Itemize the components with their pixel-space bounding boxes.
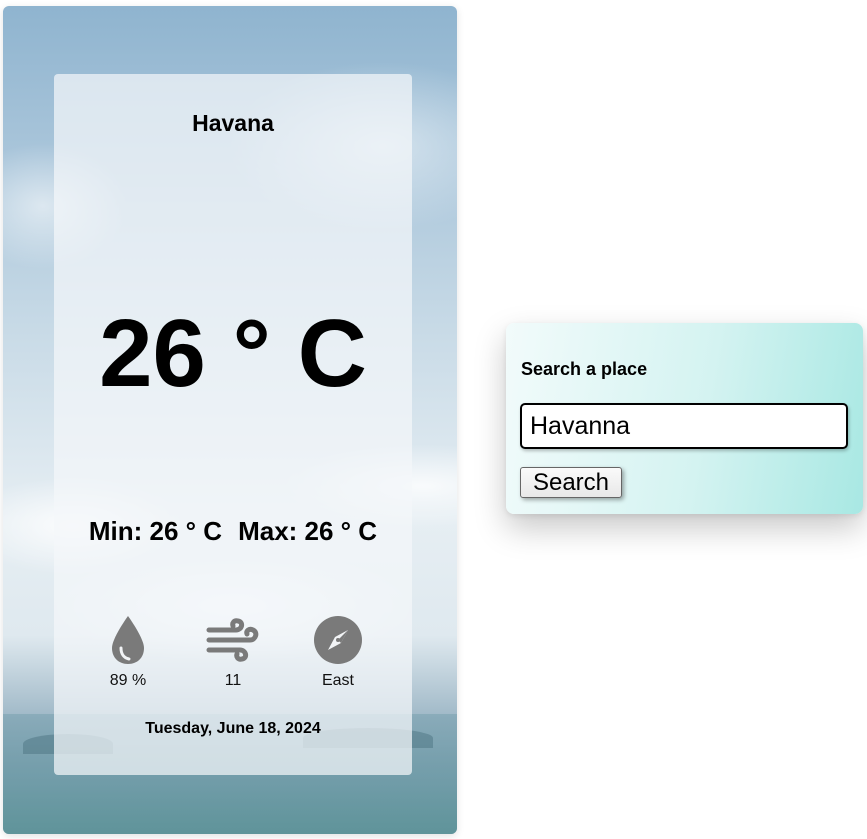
direction-stat: East	[293, 614, 383, 690]
search-input[interactable]	[520, 403, 848, 449]
search-title: Search a place	[521, 359, 648, 379]
direction-value: East	[321, 672, 354, 689]
search-panel: Search a place Search	[506, 323, 863, 514]
current-temperature: 26 ° C	[99, 300, 367, 407]
humidity-stat: 89 %	[83, 614, 173, 690]
search-button[interactable]: Search	[520, 467, 622, 498]
current-date: Tuesday, June 18, 2024	[145, 720, 321, 737]
city-name: Havana	[192, 110, 274, 136]
wind-value: 11	[224, 672, 242, 689]
humidity-value: 89 %	[109, 672, 147, 689]
weather-card: Havana 26 ° C Min: 26 ° C Max: 26 ° C 89 …	[3, 6, 457, 834]
max-temperature: Max: 26 ° C	[238, 516, 378, 546]
wind-icon	[188, 614, 278, 666]
weather-panel: Havana 26 ° C Min: 26 ° C Max: 26 ° C 89 …	[54, 74, 412, 775]
min-max-temperature: Min: 26 ° C Max: 26 ° C	[54, 516, 412, 547]
water-drop-icon	[83, 614, 173, 666]
min-temperature: Min: 26 ° C	[88, 516, 223, 546]
compass-icon	[293, 614, 383, 666]
weather-stats: 89 % 11 East	[54, 614, 412, 694]
wind-stat: 11	[188, 614, 278, 690]
